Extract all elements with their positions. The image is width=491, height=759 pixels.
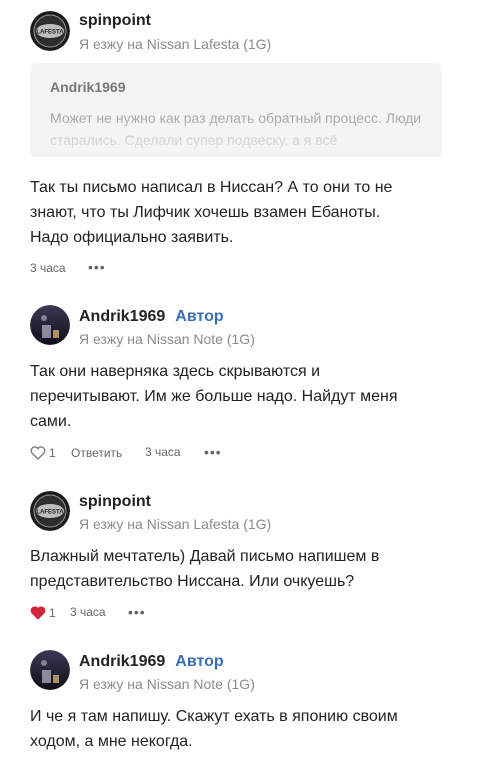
quoted-comment[interactable]: Andrik1969 Может не нужно как раз делать…	[30, 63, 442, 157]
comment-text: Так ты письмо написал в Ниссан? А то они…	[30, 175, 470, 250]
avatar[interactable]	[30, 650, 70, 690]
comment-line: перечитывают. Им же больше надо. Найдут …	[30, 388, 398, 405]
like-button[interactable]	[30, 606, 46, 625]
avatar[interactable]	[30, 305, 70, 345]
comment-line: Так ты письмо написал в Ниссан? А то они…	[30, 179, 393, 196]
author-badge: Автор	[175, 653, 224, 670]
comment-line: знают, что ты Лифчик хочешь взамен Ебано…	[30, 204, 381, 221]
heart-outline-icon[interactable]	[30, 446, 46, 460]
comment-line: ходом, а мне некогда.	[30, 733, 193, 750]
comment-text: И че я там напишу. Скажут ехать в японию…	[30, 704, 470, 754]
comment-line: Надо официально заявить.	[30, 229, 234, 246]
author-name[interactable]: spinpoint	[79, 12, 151, 30]
comment-text: Влажный мечтатель) Давай письмо напишем …	[30, 544, 470, 594]
comment-time[interactable]: 3 часа	[30, 261, 66, 275]
author-name[interactable]: spinpoint	[79, 493, 151, 511]
comment-line: Так они наверняка здесь скрываются и	[30, 363, 321, 380]
avatar-logo-text: LAFESTA	[36, 30, 64, 36]
author-car[interactable]: Я езжу на Nissan Lafesta (1G)	[79, 516, 271, 532]
comment-text: Так они наверняка здесь скрываются и пер…	[30, 359, 470, 434]
author-name-text[interactable]: Andrik1969	[79, 653, 165, 670]
more-options-icon[interactable]: •••	[204, 444, 222, 460]
more-options-icon[interactable]: •••	[128, 604, 146, 620]
quote-author: Andrik1969	[50, 79, 126, 95]
comment-time[interactable]: 3 часа	[145, 445, 181, 459]
quote-fade	[30, 117, 442, 157]
author-name[interactable]: Andrik1969 Автор	[79, 653, 224, 671]
avatar[interactable]: LAFESTA	[30, 491, 70, 531]
like-count: 1	[49, 446, 56, 460]
author-car[interactable]: Я езжу на Nissan Note (1G)	[79, 331, 255, 347]
comment-line: представительство Ниссана. Или очкуешь?	[30, 573, 355, 590]
author-badge: Автор	[175, 308, 224, 325]
author-name-text[interactable]: Andrik1969	[79, 308, 165, 325]
avatar-logo-text: LAFESTA	[36, 510, 64, 516]
like-button[interactable]	[30, 446, 46, 465]
heart-filled-icon[interactable]	[30, 606, 46, 620]
author-car[interactable]: Я езжу на Nissan Lafesta (1G)	[79, 36, 271, 52]
author-car[interactable]: Я езжу на Nissan Note (1G)	[79, 676, 255, 692]
avatar[interactable]: LAFESTA	[30, 11, 70, 51]
like-count: 1	[49, 606, 56, 620]
comment-line: И че я там напишу. Скажут ехать в японию…	[30, 708, 398, 725]
author-name[interactable]: Andrik1969 Автор	[79, 308, 224, 326]
more-options-icon[interactable]: •••	[88, 259, 106, 275]
reply-button[interactable]: Ответить	[71, 446, 122, 460]
comment-line: Влажный мечтатель) Давай письмо напишем …	[30, 548, 380, 565]
comment-time[interactable]: 3 часа	[70, 605, 106, 619]
comment-line: сами.	[30, 413, 72, 430]
